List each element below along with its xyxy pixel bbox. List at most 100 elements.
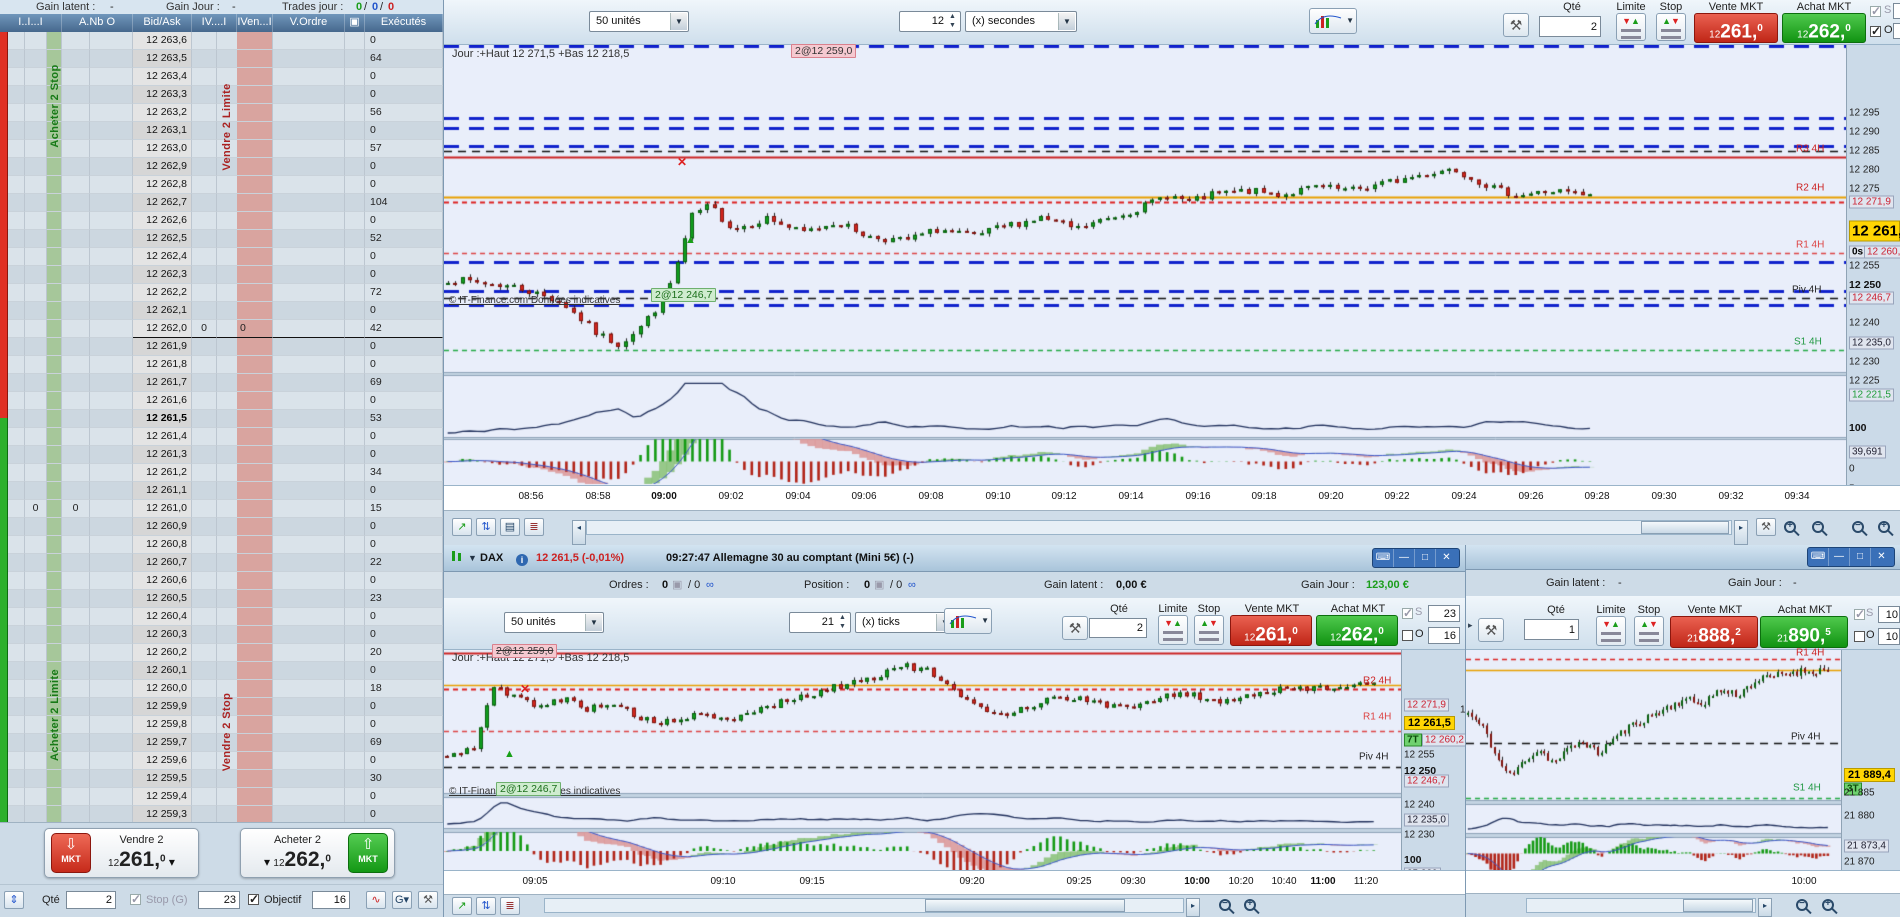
o-value-input[interactable]	[1428, 627, 1460, 644]
dom-column-headers[interactable]: I..I...I A.Nb O Bid/Ask IV....I IVen...I V.Or…	[0, 14, 443, 32]
dom-row[interactable]: 12 261,5 53	[0, 410, 443, 428]
minimize-button[interactable]: —	[1394, 549, 1415, 567]
dom-header-6[interactable]: ▣	[345, 14, 365, 32]
top-chart-plot[interactable]	[444, 45, 1846, 485]
limite-order-button[interactable]: ▼▲ ▬▬ ▬▬	[1616, 13, 1646, 42]
zoom-select-icon[interactable]: +	[1784, 520, 1796, 533]
dom-header-7[interactable]: Exécutés	[365, 14, 443, 32]
s-value-input[interactable]	[1428, 605, 1460, 622]
bottom-chart-time-axis[interactable]: 09:05 09:10 09:15 09:20 09:25 09:30 10:00 10:20…	[444, 870, 1466, 894]
orders-link-icon[interactable]: ∞	[706, 572, 714, 598]
dom-row[interactable]: 12 261,1 0	[0, 482, 443, 500]
stop-order-button[interactable]: ▲▼ ▬▬ ▬▬	[1634, 616, 1664, 646]
dom-header-4[interactable]: IVen...I	[237, 14, 273, 32]
qty-input[interactable]	[1539, 16, 1601, 37]
zoom-out-axis-icon[interactable]: −	[1852, 520, 1864, 533]
units-select[interactable]: 50 unités ▼	[589, 11, 689, 32]
period-unit-select[interactable]: (x) secondes ▼	[965, 11, 1077, 32]
dom-row[interactable]: 12 261,7 69	[0, 374, 443, 392]
order-arrows-icon[interactable]: ⇅	[476, 897, 496, 915]
dom-row[interactable]: 12 260,5 23	[0, 590, 443, 608]
export-icon[interactable]: ↗	[452, 897, 472, 915]
top-chart-price-axis[interactable]: 12 295 12 290 12 285 12 280 12 275 12 271,9 12…	[1846, 45, 1900, 529]
maximize-button[interactable]: □	[1850, 548, 1871, 566]
dom-row[interactable]: 12 261,4 0	[0, 428, 443, 446]
chevron-down-icon[interactable]: ▼	[1058, 13, 1075, 30]
o-value-input[interactable]	[1878, 628, 1900, 645]
units-select[interactable]: 50 unités ▼	[504, 612, 604, 633]
keyboard-icon[interactable]: ⌨	[1808, 548, 1829, 566]
dom-row[interactable]: 12 260,4 0	[0, 608, 443, 626]
position-flat-icon[interactable]: ▣	[874, 572, 884, 598]
dom-row[interactable]: 12 262,1 0	[0, 302, 443, 320]
qty-input[interactable]	[1089, 618, 1147, 638]
trade-settings-button[interactable]: ⚒	[1062, 616, 1088, 640]
top-chart-time-axis[interactable]: 08:56 08:58 09:00 09:02 09:04 09:06 09:08 09:10…	[444, 485, 1900, 510]
chevron-down-icon[interactable]: ▼	[1346, 16, 1354, 25]
bottom-chart-price-axis[interactable]: 12 271,912 26012 261,517T12 260,212 2551…	[1401, 650, 1467, 917]
dom-row[interactable]: 12 262,3 0	[0, 266, 443, 284]
minimize-button[interactable]: —	[1829, 548, 1850, 566]
dom-header-2[interactable]: Bid/Ask	[133, 14, 192, 32]
dom-row[interactable]: 12 261,2 34	[0, 464, 443, 482]
stop-order-button[interactable]: ▲▼ ▬▬ ▬▬	[1194, 615, 1224, 645]
stop-checkbox[interactable]	[130, 892, 141, 906]
notes-icon[interactable]: ▤	[500, 518, 520, 536]
objectif-auto-checkbox[interactable]	[1870, 24, 1881, 38]
zoom-in-axis-icon[interactable]: +	[1878, 520, 1890, 533]
dom-row[interactable]: 12 261,6 0	[0, 392, 443, 410]
bottom-chart-plot[interactable]	[444, 650, 1401, 870]
spinner-arrows-icon[interactable]: ▲ ▼	[946, 12, 959, 30]
close-button[interactable]: ✕	[1436, 549, 1457, 567]
dom-row[interactable]: 12 260,3 0	[0, 626, 443, 644]
dom-row[interactable]: 12 262,2 72	[0, 284, 443, 302]
dom-header-3[interactable]: IV....I	[192, 14, 237, 32]
center-ladder-icon[interactable]: ⇕	[4, 891, 24, 909]
qty-input[interactable]	[1524, 619, 1579, 640]
dom-row[interactable]: 12 261,9 0	[0, 338, 443, 356]
dom-header-5[interactable]: V.Ordre	[273, 14, 345, 32]
panel-collapse-arrow[interactable]: ▸	[1468, 620, 1473, 631]
right-chart-time-axis[interactable]: 10:00	[1466, 870, 1900, 893]
s-value-input[interactable]	[1893, 3, 1900, 19]
bottom-chart-canvas[interactable]	[444, 650, 1401, 870]
dom-row[interactable]: 12 262,0 0 0 42	[0, 320, 443, 338]
chevron-down-icon[interactable]: ▼	[670, 13, 687, 30]
dom-header-1[interactable]: A.Nb O	[62, 14, 133, 32]
zoom-in-icon[interactable]: +	[1822, 898, 1834, 911]
dom-row[interactable]: 12 262,6 0	[0, 212, 443, 230]
s-value-input[interactable]	[1878, 606, 1900, 623]
keyboard-icon[interactable]: ⌨	[1373, 549, 1394, 567]
dom-row[interactable]: 12 261,3 0	[0, 446, 443, 464]
stop-auto-checkbox[interactable]	[1854, 607, 1865, 621]
objectif-auto-checkbox[interactable]	[1402, 630, 1413, 641]
dom-row[interactable]: 12 260,7 22	[0, 554, 443, 572]
sell-market-button[interactable]: 12261,0	[1230, 615, 1312, 646]
stop-auto-checkbox[interactable]	[1402, 606, 1413, 620]
buy-market-button[interactable]: 12262,0	[1316, 615, 1398, 646]
dom-row[interactable]: 12 260,6 0	[0, 572, 443, 590]
scroll-right-arrow[interactable]: ▸	[1758, 898, 1772, 917]
dom-row[interactable]: 12 261,8 0	[0, 356, 443, 374]
dom-row[interactable]: 12 262,5 52	[0, 230, 443, 248]
sell-market-button[interactable]: 12261,0	[1694, 13, 1778, 43]
period-value-spinner[interactable]: 21 ▲ ▼	[789, 612, 851, 633]
right-title-bar[interactable]: ⌨ — □ ✕	[1466, 545, 1900, 570]
limite-order-button[interactable]: ▼▲ ▬▬ ▬▬	[1158, 615, 1188, 645]
chart-type-button[interactable]: ▼	[1309, 8, 1357, 34]
objectif-checkbox[interactable]	[248, 892, 259, 906]
right-chart-price-axis[interactable]: 21 889,43T21 88521 88021 873,421 87021 8…	[1841, 650, 1900, 917]
chevron-down-icon[interactable]: ▼	[585, 614, 602, 631]
objectif-auto-checkbox[interactable]	[1854, 631, 1865, 642]
dom-row[interactable]: 0 0 12 261,0 15	[0, 500, 443, 518]
period-value-spinner[interactable]: 12 ▲ ▼	[899, 11, 961, 32]
stop-input[interactable]	[198, 891, 240, 909]
chevron-down-icon[interactable]: ▼	[468, 545, 477, 571]
buy-market-button[interactable]: 21890,5	[1760, 616, 1848, 648]
buy-market-button[interactable]: 12262,0	[1782, 13, 1866, 43]
zoom-out-icon[interactable]: −	[1219, 898, 1231, 911]
chart-type-button[interactable]: ▼	[944, 608, 992, 634]
scrollbar-thumb[interactable]	[1683, 899, 1753, 912]
scrollbar-thumb[interactable]	[1641, 521, 1729, 534]
info-icon[interactable]: i	[516, 552, 528, 566]
